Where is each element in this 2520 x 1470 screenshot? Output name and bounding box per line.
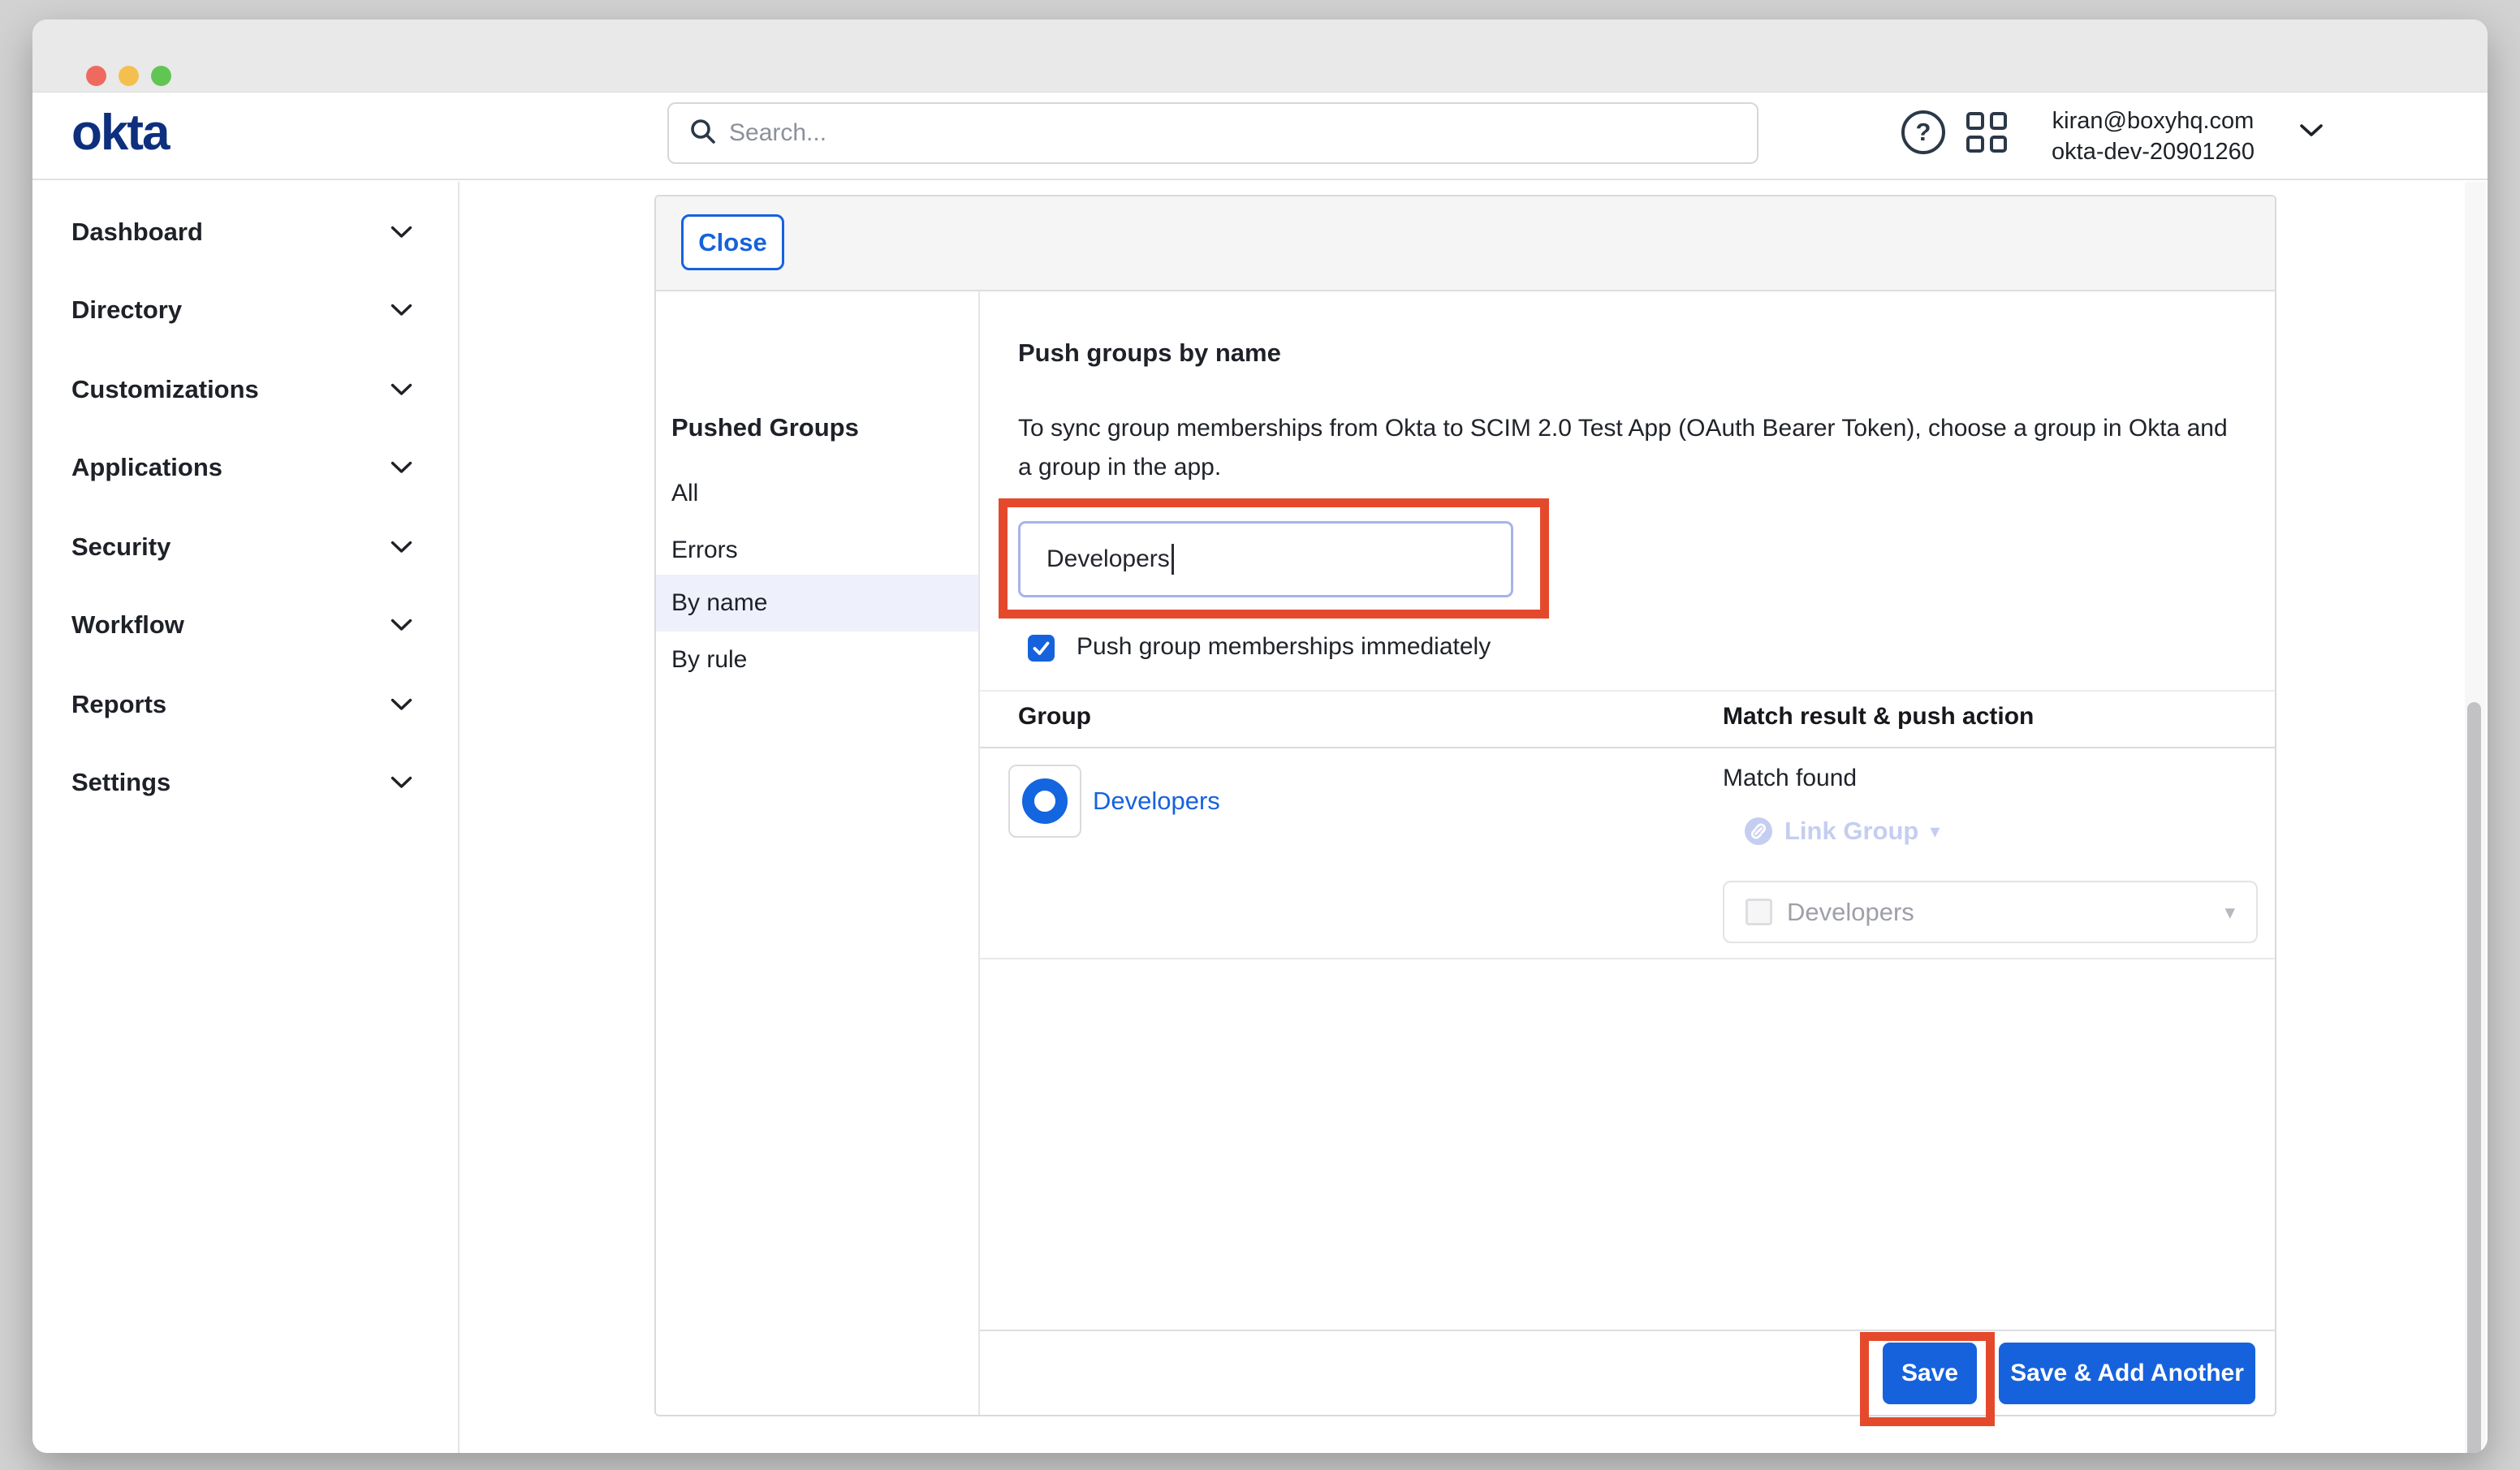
app-window: okta Search... ? kiran@boxyhq.com okta-d… — [32, 19, 2488, 1453]
pushed-groups-subnav: Pushed Groups All Errors By name By rule — [656, 291, 980, 1415]
column-header-match: Match result & push action — [1723, 703, 2034, 731]
select-caret-down-icon: ▾ — [2224, 900, 2235, 925]
column-header-group: Group — [1018, 703, 1091, 731]
search-icon — [688, 117, 718, 150]
sidebar: Dashboard Directory Customizations Appli… — [32, 182, 460, 1453]
apps-grid-icon[interactable] — [1966, 112, 2007, 153]
window-minimize-icon[interactable] — [119, 66, 139, 86]
form-description: To sync group memberships from Okta to S… — [1018, 409, 2236, 487]
group-name-link[interactable]: Developers — [1093, 787, 1220, 816]
link-icon — [1744, 817, 1773, 846]
group-name-input[interactable]: Developers — [1018, 521, 1513, 597]
window-zoom-icon[interactable] — [151, 66, 171, 86]
chevron-down-icon — [391, 461, 412, 474]
sidebar-item-security[interactable]: Security — [32, 518, 460, 576]
close-button[interactable]: Close — [681, 214, 784, 270]
linked-group-select[interactable]: Developers ▾ — [1723, 881, 2258, 943]
sidebar-item-workflow[interactable]: Workflow — [32, 596, 460, 654]
account-email: kiran@boxyhq.com — [2023, 106, 2283, 136]
account-chevron-down-icon[interactable] — [2299, 123, 2324, 141]
subnav-item-by-name[interactable]: By name — [656, 575, 978, 632]
chevron-down-icon — [391, 776, 412, 789]
chevron-down-icon — [391, 698, 412, 711]
subnav-item-all[interactable]: All — [656, 465, 978, 522]
scrollbar-track — [2465, 182, 2486, 1453]
table-top-divider — [980, 690, 2275, 692]
search-input[interactable]: Search... — [667, 102, 1758, 164]
window-close-icon[interactable] — [86, 66, 106, 86]
form-heading: Push groups by name — [1018, 338, 1281, 368]
group-icon — [1022, 778, 1068, 824]
save-add-another-button[interactable]: Save & Add Another — [1999, 1343, 2255, 1404]
linked-group-value: Developers — [1787, 898, 1914, 927]
push-immediately-checkbox[interactable] — [1028, 635, 1055, 662]
text-cursor — [1172, 544, 1174, 575]
group-avatar — [1008, 765, 1081, 838]
link-group-button[interactable]: Link Group ▾ — [1744, 815, 1940, 847]
panel-toolbar: Close — [656, 196, 2275, 291]
chevron-down-icon — [391, 619, 412, 632]
scrollbar-thumb[interactable] — [2467, 702, 2481, 1453]
sidebar-item-directory[interactable]: Directory — [32, 281, 460, 339]
match-status: Match found — [1723, 765, 1857, 792]
group-name-value: Developers — [1046, 545, 1170, 573]
chevron-down-icon — [391, 541, 412, 554]
chevron-down-icon — [391, 383, 412, 396]
help-icon[interactable]: ? — [1901, 110, 1945, 154]
push-immediately-label: Push group memberships immediately — [1077, 633, 1491, 661]
sidebar-item-applications[interactable]: Applications — [32, 438, 460, 497]
window-titlebar — [32, 19, 2488, 93]
sidebar-item-reports[interactable]: Reports — [32, 675, 460, 734]
app-header: okta Search... ? kiran@boxyhq.com okta-d… — [32, 93, 2488, 180]
account-menu[interactable]: kiran@boxyhq.com okta-dev-20901260 — [2023, 106, 2283, 167]
search-placeholder: Search... — [729, 119, 826, 147]
subnav-title: Pushed Groups — [671, 413, 859, 442]
save-button[interactable]: Save — [1883, 1343, 1977, 1404]
sidebar-item-customizations[interactable]: Customizations — [32, 360, 460, 419]
subnav-item-errors[interactable]: Errors — [656, 522, 978, 579]
link-group-label: Link Group — [1784, 817, 1918, 846]
table-row-divider — [980, 958, 2275, 959]
group-placeholder-icon — [1745, 899, 1772, 925]
table-header-divider — [980, 747, 2275, 748]
footer-divider — [980, 1330, 2275, 1331]
link-group-caret-down-icon: ▾ — [1930, 820, 1940, 843]
chevron-down-icon — [391, 304, 412, 317]
subnav-item-by-rule[interactable]: By rule — [656, 632, 978, 688]
sidebar-item-settings[interactable]: Settings — [32, 753, 460, 812]
pushed-groups-panel: Close Pushed Groups All Errors By name B… — [654, 195, 2276, 1416]
chevron-down-icon — [391, 226, 412, 239]
okta-logo: okta — [71, 104, 168, 162]
sidebar-item-dashboard[interactable]: Dashboard — [32, 203, 460, 261]
check-icon — [1032, 640, 1051, 656]
account-org: okta-dev-20901260 — [2023, 136, 2283, 167]
